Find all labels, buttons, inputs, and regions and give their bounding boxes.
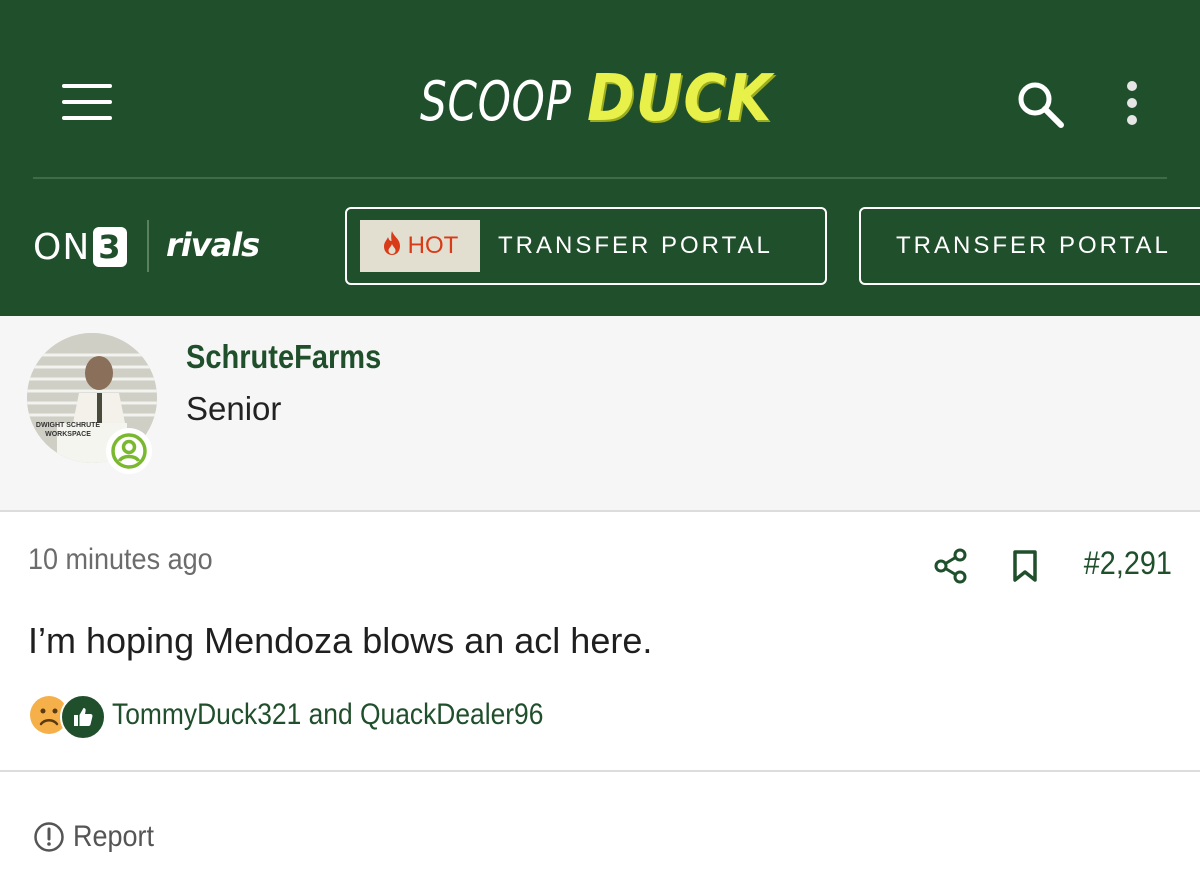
site-logo[interactable]: SCOOP DUCK <box>420 62 771 142</box>
hot-badge-label: HOT <box>407 232 459 259</box>
site-header: SCOOP DUCK ON 3 rivals HOT TRANSFER PORT… <box>0 0 1200 316</box>
user-circle-icon <box>111 433 147 469</box>
logo-scoop-text: SCOOP <box>420 70 572 133</box>
on3-suffix: 3 <box>93 227 127 267</box>
hot-badge: HOT <box>360 220 480 272</box>
bookmark-icon[interactable] <box>1011 548 1039 584</box>
user-rank: Senior <box>186 390 282 427</box>
flame-icon <box>382 230 402 263</box>
menu-icon[interactable] <box>62 84 112 120</box>
username-link[interactable]: SchruteFarms <box>186 338 381 376</box>
post-number-link[interactable]: #2,291 <box>1084 545 1172 582</box>
post-author-block: DWIGHT SCHRUTE WORKSPACE SchruteFarms Se… <box>0 316 1200 512</box>
nav-pill-transfer-portal[interactable]: TRANSFER PORTAL <box>859 207 1200 285</box>
on3-prefix: ON <box>33 226 91 268</box>
reaction-summary[interactable] <box>28 694 108 740</box>
thumbs-up-icon <box>60 694 106 740</box>
report-button[interactable]: Report <box>33 820 163 854</box>
reactors-list[interactable]: TommyDuck321 and QuackDealer96 <box>112 698 543 732</box>
nav-pill-label: TRANSFER PORTAL <box>896 232 1171 259</box>
post-timestamp[interactable]: 10 minutes ago <box>28 543 213 577</box>
avatar-caption: DWIGHT SCHRUTE WORKSPACE <box>35 422 101 438</box>
report-label: Report <box>73 820 155 853</box>
brand-divider <box>147 220 149 272</box>
post-body-text: I’m hoping Mendoza blows an acl here. <box>28 620 653 661</box>
share-icon[interactable] <box>934 548 968 584</box>
nav-pill-label: TRANSFER PORTAL <box>498 232 773 259</box>
logo-duck-text: DUCK <box>586 62 772 136</box>
user-online-badge <box>106 428 152 474</box>
alert-circle-icon <box>34 822 64 852</box>
search-icon[interactable] <box>1014 78 1068 132</box>
header-divider <box>33 177 1167 179</box>
more-vertical-icon[interactable] <box>1118 78 1146 132</box>
on3-logo[interactable]: ON 3 <box>33 224 127 270</box>
post-divider <box>0 770 1200 772</box>
rivals-logo[interactable]: rivals <box>166 226 260 264</box>
nav-pill-hot-transfer-portal[interactable]: HOT TRANSFER PORTAL <box>345 207 827 285</box>
